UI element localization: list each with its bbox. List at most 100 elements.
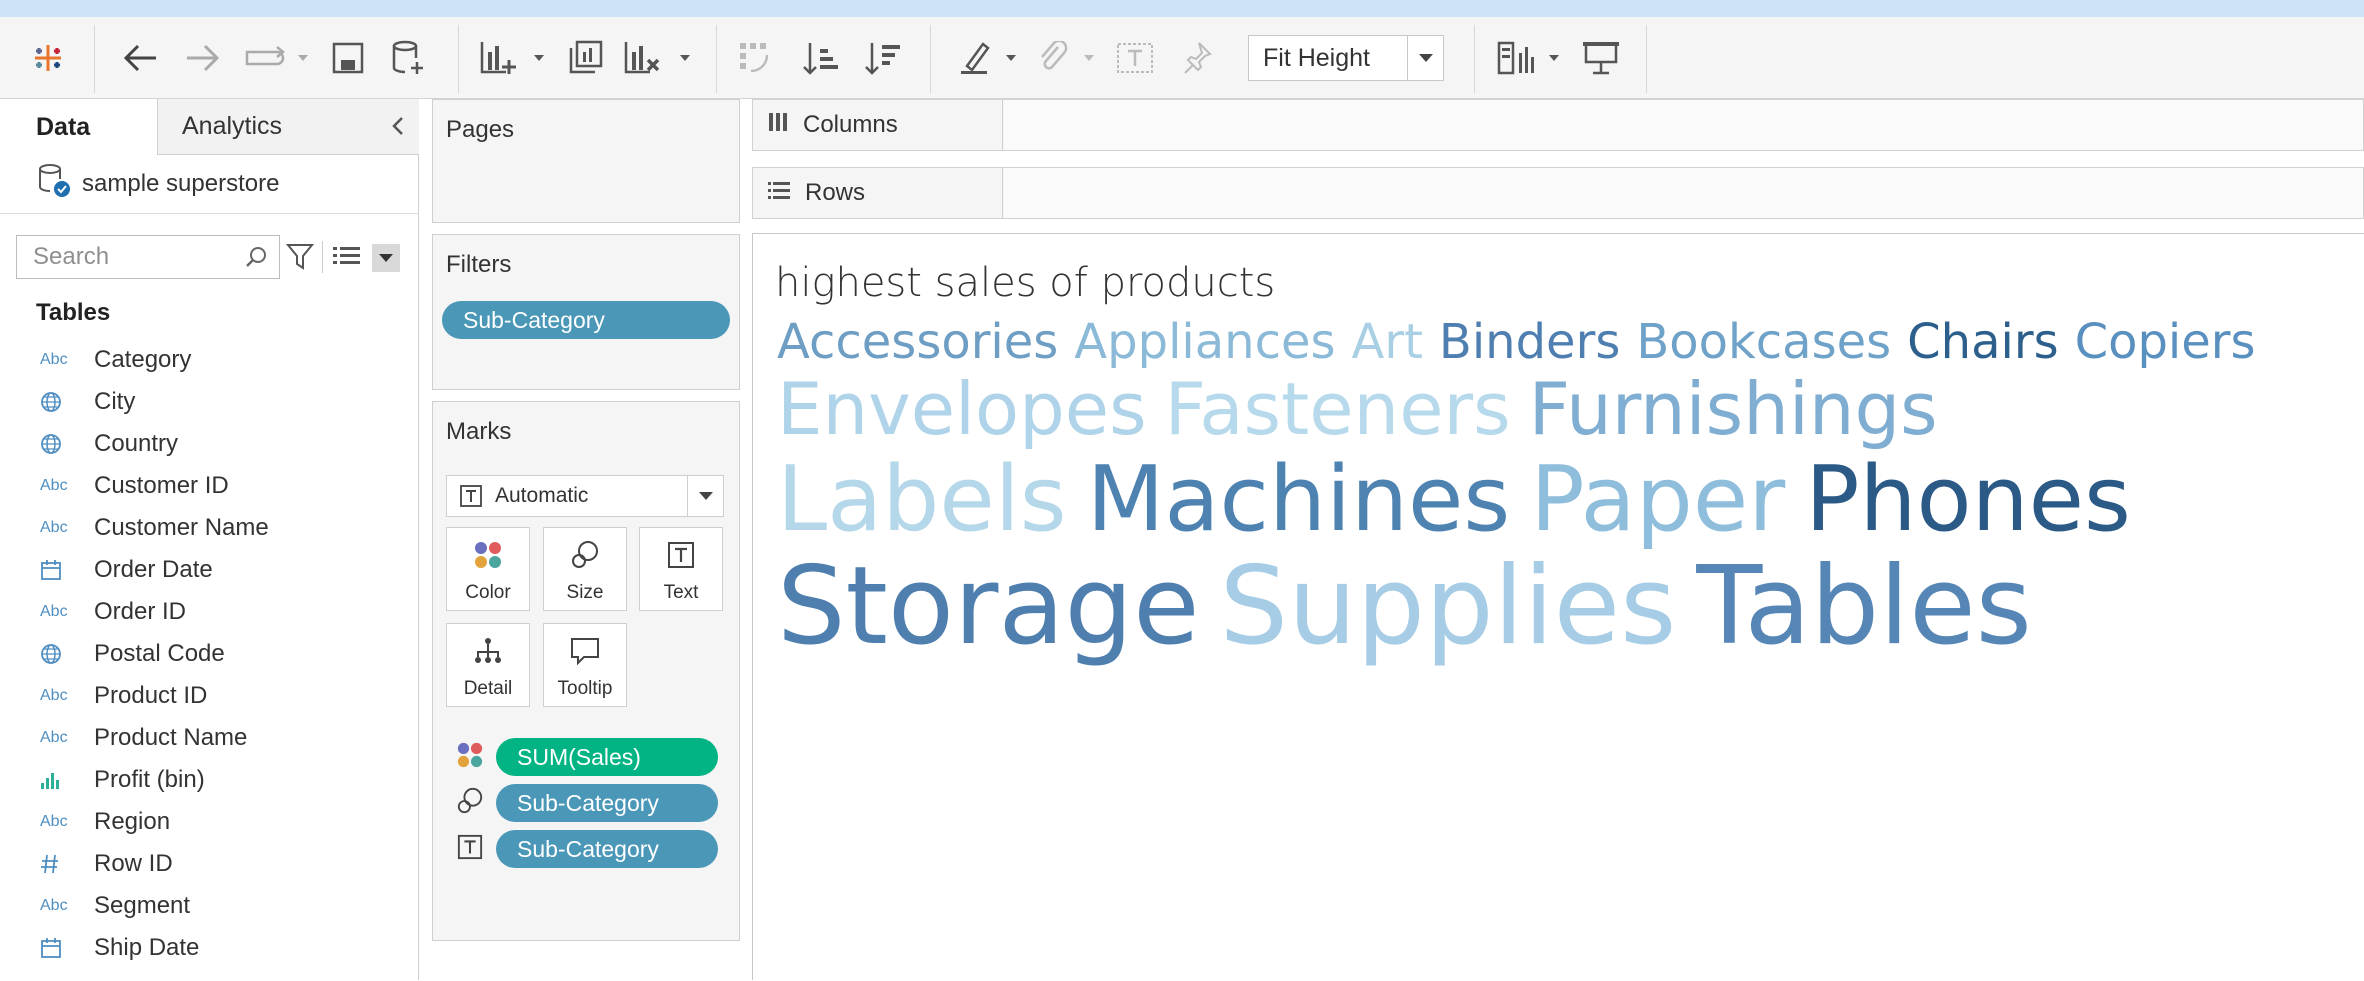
new-worksheet-icon[interactable] bbox=[474, 17, 524, 99]
show-me-dropdown-icon[interactable] bbox=[1545, 17, 1563, 99]
field-item[interactable]: Postal Code bbox=[0, 633, 419, 675]
word-binders[interactable]: Binders bbox=[1439, 314, 1620, 370]
field-item[interactable]: Order Date bbox=[0, 549, 419, 591]
word-fasteners[interactable]: Fasteners bbox=[1165, 367, 1511, 451]
highlight-dropdown-icon[interactable] bbox=[1002, 17, 1020, 99]
tooltip-button[interactable]: Tooltip bbox=[543, 623, 627, 707]
filter-icon[interactable] bbox=[285, 242, 315, 277]
group-icon[interactable] bbox=[1030, 17, 1076, 99]
field-label: Order Date bbox=[94, 556, 213, 583]
chevron-down-icon[interactable] bbox=[1407, 36, 1443, 80]
show-me-icon[interactable] bbox=[1494, 17, 1542, 99]
search-icon[interactable] bbox=[245, 245, 269, 276]
field-item[interactable]: Profit (bin) bbox=[0, 759, 419, 801]
datasource-item[interactable]: sample superstore bbox=[36, 161, 279, 207]
field-item[interactable]: Abc Customer Name bbox=[0, 507, 419, 549]
word-accessories[interactable]: Accessories bbox=[777, 314, 1058, 370]
new-datasource-icon[interactable] bbox=[386, 17, 430, 99]
word-tables[interactable]: Tables bbox=[1695, 544, 2032, 669]
word-paper[interactable]: Paper bbox=[1530, 447, 1785, 552]
detail-button[interactable]: Detail bbox=[446, 623, 530, 707]
size-encoding-icon bbox=[455, 786, 485, 816]
list-view-dropdown-icon[interactable] bbox=[372, 244, 400, 272]
window-top-strip bbox=[0, 0, 2364, 17]
columns-drop-zone[interactable] bbox=[1004, 100, 2363, 150]
fit-dropdown[interactable]: Fit Height bbox=[1248, 35, 1444, 81]
sort-descending-icon[interactable] bbox=[858, 17, 908, 99]
fix-axes-icon[interactable] bbox=[1174, 17, 1220, 99]
rows-drop-zone[interactable] bbox=[1004, 168, 2363, 218]
field-item[interactable]: Abc Product Name bbox=[0, 717, 419, 759]
mark-type-dropdown[interactable]: Automatic bbox=[446, 475, 724, 517]
collapse-pane-icon[interactable] bbox=[386, 111, 410, 141]
save-icon[interactable] bbox=[326, 17, 370, 99]
tooltip-label: Tooltip bbox=[557, 678, 613, 699]
word-copiers[interactable]: Copiers bbox=[2075, 314, 2256, 370]
field-label: Customer Name bbox=[94, 514, 269, 541]
word-storage[interactable]: Storage bbox=[777, 544, 1200, 669]
word-labels[interactable]: Labels bbox=[777, 447, 1067, 552]
word-envelopes[interactable]: Envelopes bbox=[777, 367, 1147, 451]
field-item[interactable]: Abc Product ID bbox=[0, 675, 419, 717]
tableau-logo-icon[interactable] bbox=[28, 17, 68, 99]
new-worksheet-dropdown-icon[interactable] bbox=[530, 17, 548, 99]
worksheet-view: Accessories Appliances Art Binders Bookcases… bbox=[752, 233, 2364, 980]
field-item[interactable]: Abc Category bbox=[0, 339, 419, 381]
rows-header: Rows bbox=[753, 168, 1003, 218]
columns-label: Columns bbox=[803, 111, 898, 138]
field-item[interactable]: Ship Date bbox=[0, 927, 419, 969]
undo-icon[interactable] bbox=[115, 17, 165, 99]
clear-sheet-dropdown-icon[interactable] bbox=[676, 17, 694, 99]
marks-card: Marks Automatic Color Size Text Detail T… bbox=[432, 401, 740, 941]
word-bookcases[interactable]: Bookcases bbox=[1636, 314, 1891, 370]
field-label: Country bbox=[94, 430, 179, 457]
field-item[interactable]: Row ID bbox=[0, 843, 419, 885]
field-item[interactable]: Abc Order ID bbox=[0, 591, 419, 633]
chevron-down-icon[interactable] bbox=[687, 476, 723, 516]
word-appliances[interactable]: Appliances bbox=[1074, 314, 1335, 370]
field-item[interactable]: Country bbox=[0, 423, 419, 465]
mark-pill-sub-category-size[interactable]: Sub-Category bbox=[496, 784, 718, 822]
size-button[interactable]: Size bbox=[543, 527, 627, 611]
worksheet-title[interactable]: highest sales of products bbox=[775, 260, 1275, 306]
field-label: Segment bbox=[94, 892, 191, 919]
redo-icon[interactable] bbox=[178, 17, 228, 99]
string-type-icon: Abc bbox=[40, 729, 68, 746]
text-button[interactable]: Text bbox=[639, 527, 723, 611]
swap-icon[interactable] bbox=[730, 17, 780, 99]
tab-analytics[interactable]: Analytics bbox=[157, 99, 419, 155]
columns-icon bbox=[767, 111, 789, 140]
color-button[interactable]: Color bbox=[446, 527, 530, 611]
filters-card[interactable]: Filters Sub-Category bbox=[432, 234, 740, 390]
pages-card[interactable]: Pages bbox=[432, 99, 740, 223]
mark-pill-sum-sales[interactable]: SUM(Sales) bbox=[496, 738, 718, 776]
field-item[interactable]: Abc Segment bbox=[0, 885, 419, 927]
clear-sheet-icon[interactable] bbox=[618, 17, 668, 99]
field-item[interactable]: Abc Customer ID bbox=[0, 465, 419, 507]
list-view-icon[interactable] bbox=[332, 244, 362, 273]
field-item[interactable]: Abc Region bbox=[0, 801, 419, 843]
filter-pill-sub-category[interactable]: Sub-Category bbox=[442, 301, 730, 339]
mark-pill-sub-category-text[interactable]: Sub-Category bbox=[496, 830, 718, 868]
word-phones[interactable]: Phones bbox=[1805, 447, 2131, 552]
word-machines[interactable]: Machines bbox=[1087, 447, 1511, 552]
presentation-icon[interactable] bbox=[1576, 17, 1626, 99]
word-art[interactable]: Art bbox=[1352, 314, 1423, 370]
sort-ascending-icon[interactable] bbox=[796, 17, 846, 99]
size-icon bbox=[570, 528, 600, 582]
replay-icon[interactable] bbox=[240, 17, 290, 99]
group-dropdown-icon[interactable] bbox=[1080, 17, 1098, 99]
string-type-icon: Abc bbox=[40, 813, 68, 830]
color-icon bbox=[473, 528, 503, 582]
word-cloud: Accessories Appliances Art Binders Bookcases… bbox=[777, 314, 2256, 669]
duplicate-icon[interactable] bbox=[560, 17, 610, 99]
word-supplies[interactable]: Supplies bbox=[1220, 544, 1677, 669]
tab-data[interactable]: Data bbox=[0, 99, 157, 155]
search-input[interactable]: Search bbox=[16, 235, 280, 279]
highlight-icon[interactable] bbox=[952, 17, 998, 99]
show-labels-icon[interactable] bbox=[1112, 17, 1158, 99]
field-item[interactable]: City bbox=[0, 381, 419, 423]
word-chairs[interactable]: Chairs bbox=[1907, 314, 2058, 370]
replay-dropdown-icon[interactable] bbox=[294, 17, 312, 99]
word-furnishings[interactable]: Furnishings bbox=[1529, 367, 1938, 451]
